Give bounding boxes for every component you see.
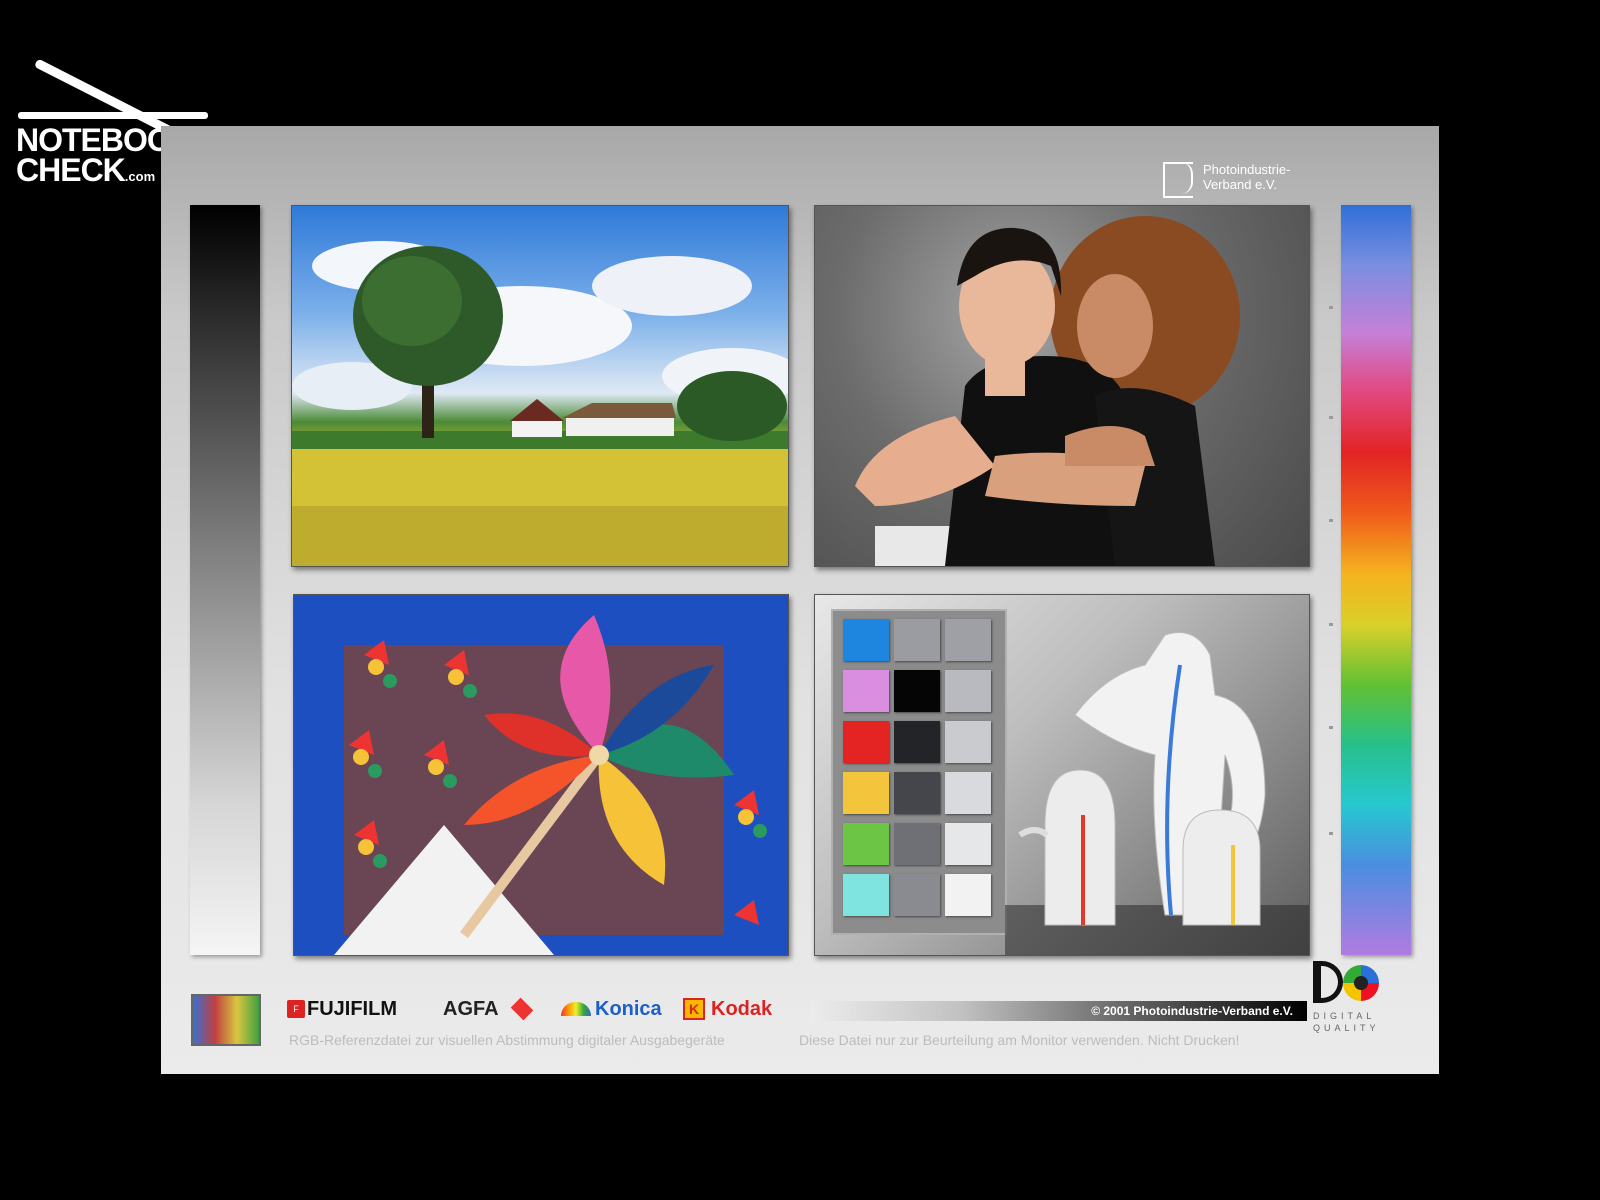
publisher-logo: Photoindustrie- Verband e.V. xyxy=(1163,160,1313,200)
dq-d-mark xyxy=(1313,961,1343,1003)
greyscale-ramp xyxy=(190,205,260,955)
dq-line2: QUALITY xyxy=(1313,1023,1380,1033)
fujifilm-logo-icon: F xyxy=(287,1000,305,1018)
caption-right: Diese Datei nur zur Beurteilung am Monit… xyxy=(799,1032,1240,1048)
still-life-photo xyxy=(814,594,1310,956)
caption-left: RGB-Referenzdatei zur visuellen Abstimmu… xyxy=(289,1032,725,1048)
gradient-strip: © 2001 Photoindustrie-Verband e.V. xyxy=(811,1001,1307,1021)
mini-monitor-icon xyxy=(191,994,261,1046)
copyright-text: © 2001 Photoindustrie-Verband e.V. xyxy=(1091,1004,1293,1018)
ramp-tick xyxy=(1329,416,1333,419)
watermark-suffix: .com xyxy=(124,169,156,184)
agfa-rhombus-icon xyxy=(510,997,534,1021)
konica-rainbow-icon xyxy=(561,1002,591,1016)
watermark-line2: CHECK.com xyxy=(16,152,156,188)
kodak-k-icon: K xyxy=(683,998,705,1020)
portrait-illustration xyxy=(855,216,1240,566)
dq-color-ring-icon xyxy=(1343,965,1379,1001)
digital-quality-logo: DIGITAL QUALITY xyxy=(1313,961,1389,1041)
dq-line1: DIGITAL xyxy=(1313,1011,1376,1021)
pinwheel-photo xyxy=(293,594,789,956)
ramp-tick xyxy=(1329,726,1333,729)
ramp-tick xyxy=(1329,832,1333,835)
brand-fujifilm: FUJIFILM xyxy=(307,998,397,1020)
porcelain-set-illustration xyxy=(1005,632,1309,955)
ramp-tick xyxy=(1329,306,1333,309)
ramp-tick xyxy=(1329,519,1333,522)
brand-kodak: Kodak xyxy=(711,998,773,1020)
ramp-tick xyxy=(1329,623,1333,626)
brand-agfa: AGFA xyxy=(443,998,499,1020)
color-spectrum-ramp xyxy=(1341,205,1411,955)
watermark-bar xyxy=(18,112,208,119)
portrait-photo xyxy=(814,205,1310,567)
landscape-photo xyxy=(291,205,789,567)
test-image-panel: Photoindustrie- Verband e.V. F FUJIFILM … xyxy=(161,126,1439,1074)
publisher-name: Photoindustrie- Verband e.V. xyxy=(1203,162,1291,192)
brand-konica: Konica xyxy=(595,998,662,1020)
landscape-illustration xyxy=(292,241,788,566)
pinwheel-illustration xyxy=(334,615,767,955)
